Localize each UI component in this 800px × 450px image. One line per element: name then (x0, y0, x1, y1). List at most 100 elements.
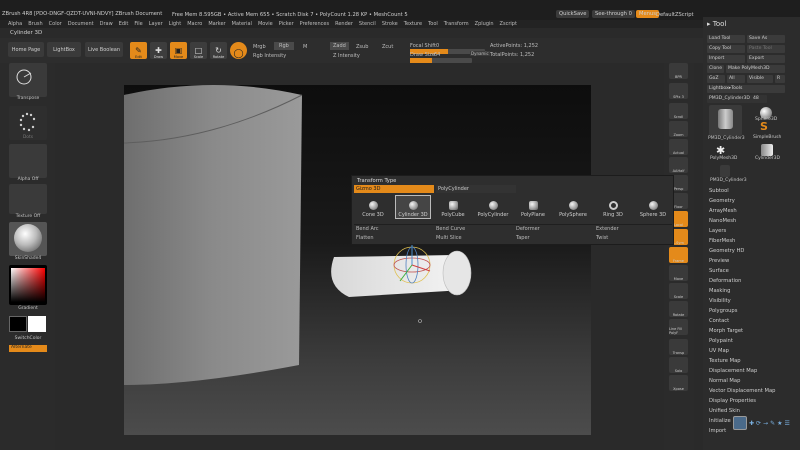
tool-menu-import[interactable]: Import (709, 428, 726, 434)
menu-color[interactable]: Color (49, 21, 62, 27)
color-picker[interactable] (9, 265, 47, 305)
popup-item-ring-3d[interactable]: Ring 3D (596, 196, 630, 218)
popup-deformer-twist[interactable]: Twist (596, 235, 608, 241)
edit-button[interactable]: ✎ Edit (130, 42, 147, 59)
tool-menu-polypaint[interactable]: Polypaint (709, 338, 733, 344)
gizmo-button[interactable]: ◯ (230, 42, 247, 59)
menu-alpha[interactable]: Alpha (8, 21, 22, 27)
tool-thumb-pm3d-cylinder[interactable] (709, 105, 742, 136)
live-boolean-button[interactable]: Live Boolean (85, 42, 123, 57)
tool-menu-contact[interactable]: Contact (709, 318, 729, 324)
menu-brush[interactable]: Brush (28, 21, 42, 27)
rightshelf-frame[interactable]: Frame (669, 247, 688, 263)
tool-menu-displacement-map[interactable]: Displacement Map (709, 368, 757, 374)
menu-draw[interactable]: Draw (100, 21, 113, 27)
all-button[interactable]: All (727, 75, 745, 83)
material-button[interactable] (9, 222, 47, 256)
rightshelf-scale[interactable]: Scale (669, 283, 688, 299)
tool-thumb-cylinder3d[interactable] (752, 143, 782, 157)
menu-document[interactable]: Document (68, 21, 94, 27)
rightshelf-line-fill-polyf[interactable]: Line Fill PolyF (669, 319, 688, 335)
rightshelf-bpr[interactable]: BPR (669, 63, 688, 79)
menu-texture[interactable]: Texture (404, 21, 422, 27)
bottom-toolbar-icons[interactable]: ✚⟳→✎★☰ (749, 420, 792, 427)
dynamic-toggle[interactable]: Dynamic (470, 51, 490, 56)
menu-tool[interactable]: Tool (428, 21, 438, 27)
menu-macro[interactable]: Macro (187, 21, 202, 27)
popup-deformer-bend-arc[interactable]: Bend Arc (356, 226, 379, 232)
menu-stencil[interactable]: Stencil (359, 21, 376, 27)
load-tool-button[interactable]: Load Tool (707, 35, 745, 43)
mrgb-toggle[interactable]: Mrgb (253, 44, 266, 50)
clone-button[interactable]: Clone (707, 65, 724, 73)
see-through-slider[interactable]: See-through 0 (592, 10, 635, 18)
rightshelf-aahalf[interactable]: AAHalf (669, 157, 688, 173)
popup-item-sphere-3d[interactable]: Sphere 3D (636, 196, 670, 218)
tool-menu-uv-map[interactable]: UV Map (709, 348, 729, 354)
popup-deformer-multi-slice[interactable]: Multi Slice (436, 235, 462, 241)
tool-menu-vector-displacement-map[interactable]: Vector Displacement Map (709, 388, 775, 394)
alternate-button[interactable]: Alternate (9, 345, 47, 352)
popup-item-polyplane[interactable]: PolyPlane (516, 196, 550, 218)
menu-movie[interactable]: Movie (258, 21, 273, 27)
alpha-button[interactable] (9, 144, 47, 178)
popup-item-cylinder-3d[interactable]: Cylinder 3D (395, 195, 431, 219)
zadd-toggle[interactable]: Zadd (330, 42, 349, 50)
draw-button[interactable]: ✚ Draw (150, 42, 167, 59)
menu-file[interactable]: File (134, 21, 142, 27)
default-zscript-button[interactable]: DefaultZScript (656, 12, 694, 18)
popup-item-polysphere[interactable]: PolySphere (556, 196, 590, 218)
popup-item-polycylinder[interactable]: PolyCylinder (476, 196, 510, 218)
menu-zplugin[interactable]: Zplugin (475, 21, 494, 27)
tool-thumb-pm3d-cylinder-2[interactable] (720, 165, 730, 177)
popup-deformer-bend-curve[interactable]: Bend Curve (436, 226, 465, 232)
tool-menu-geometry[interactable]: Geometry (709, 198, 735, 204)
tool-menu-texture-map[interactable]: Texture Map (709, 358, 741, 364)
rightshelf-solo[interactable]: Solo (669, 357, 688, 373)
zcut-toggle[interactable]: Zcut (382, 44, 393, 50)
popup-deformer-deformer[interactable]: Deformer (516, 226, 540, 232)
tool-menu-visibility[interactable]: Visibility (709, 298, 731, 304)
make-polymesh-button[interactable]: Make PolyMesh3D (726, 65, 785, 73)
copy-tool-button[interactable]: Copy Tool (707, 45, 745, 53)
popup-tab-polycylinder[interactable]: PolyCylinder (436, 185, 516, 193)
menu-picker[interactable]: Picker (279, 21, 294, 27)
lightbox-button[interactable]: LightBox (47, 42, 81, 57)
transpose-button[interactable] (9, 63, 47, 97)
tool-menu-layers[interactable]: Layers (709, 228, 726, 234)
move-button[interactable]: ▣ Move (170, 42, 187, 59)
menu-edit[interactable]: Edit (119, 21, 129, 27)
save-as-button[interactable]: Save As (747, 35, 785, 43)
menu-marker[interactable]: Marker (208, 21, 225, 27)
popup-tab-gizmo3d[interactable]: Gizmo 3D (354, 185, 434, 193)
scale-button[interactable]: □ Scale (190, 42, 207, 59)
bottom-tool-icon[interactable] (733, 416, 747, 430)
popup-item-cone-3d[interactable]: Cone 3D (356, 196, 390, 218)
rotate-button[interactable]: ↻ Rotate (210, 42, 227, 59)
tool-menu-normal-map[interactable]: Normal Map (709, 378, 740, 384)
tool-menu-initialize[interactable]: Initialize (709, 418, 731, 424)
visible-button[interactable]: Visible (747, 75, 773, 83)
popup-deformer-taper[interactable]: Taper (516, 235, 530, 241)
m-toggle[interactable]: M (303, 44, 307, 50)
paste-tool-button[interactable]: Paste Tool (747, 45, 785, 53)
lightbox-tools-button[interactable]: Lightbox▸Tools (707, 85, 785, 93)
menu-layer[interactable]: Layer (149, 21, 163, 27)
tool-menu-arraymesh[interactable]: ArrayMesh (709, 208, 737, 214)
secondary-color-swatch[interactable] (28, 316, 46, 332)
tool-menu-display-properties[interactable]: Display Properties (709, 398, 756, 404)
menu-render[interactable]: Render (335, 21, 353, 27)
tool-menu-preview[interactable]: Preview (709, 258, 729, 264)
popup-item-polycube[interactable]: PolyCube (436, 196, 470, 218)
zsub-toggle[interactable]: Zsub (356, 44, 368, 50)
rgb-toggle[interactable]: Rgb (274, 42, 294, 50)
tool-menu-surface[interactable]: Surface (709, 268, 729, 274)
quicksave-button[interactable]: QuickSave (556, 10, 590, 18)
tool-menu-unified-skin[interactable]: Unified Skin (709, 408, 740, 414)
switchcolor-label[interactable]: SwitchColor (9, 336, 47, 341)
texture-button[interactable] (9, 184, 47, 214)
menu-material[interactable]: Material (232, 21, 252, 27)
rightshelf-zoom[interactable]: Zoom (669, 121, 688, 137)
tool-menu-masking[interactable]: Masking (709, 288, 730, 294)
r-button[interactable]: R (775, 75, 785, 83)
